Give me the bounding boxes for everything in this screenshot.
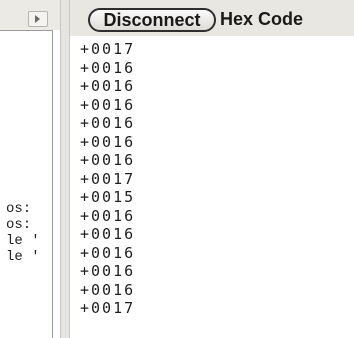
reading-row: +0017 — [80, 169, 136, 188]
reading-row: +0017 — [80, 299, 136, 317]
right-pane: Disconnect Hex Code +0017 +0016 +0016 +0… — [70, 0, 354, 338]
serial-output-list: +0017 +0016 +0016 +0016 +0016 +0016 +001… — [80, 40, 135, 318]
text-fragment: os: — [6, 201, 32, 217]
reading-row: +0016 — [80, 262, 136, 280]
chevron-right-icon — [35, 15, 40, 23]
reading-row: +0016 — [80, 95, 136, 114]
disconnect-button[interactable]: Disconnect — [88, 8, 216, 32]
reading-row: +0016 — [80, 114, 136, 132]
left-text-area[interactable]: os: os: le ' le ' — [0, 30, 53, 338]
hex-code-label: Hex Code — [220, 9, 304, 29]
text-fragment: os: — [6, 217, 32, 233]
reading-row: +0016 — [80, 132, 136, 151]
reading-row: +0016 — [80, 243, 136, 262]
text-fragment: le ' — [6, 233, 40, 249]
left-pane: os: os: le ' le ' — [0, 0, 60, 338]
text-fragment: le ' — [6, 249, 40, 265]
left-text-fragments: os: os: le ' le ' — [6, 201, 40, 265]
reading-row: +0016 — [80, 77, 136, 95]
pane-splitter[interactable] — [60, 0, 70, 338]
reading-row: +0016 — [80, 280, 136, 299]
reading-row: +0016 — [80, 206, 136, 225]
reading-row: +0015 — [80, 188, 136, 206]
serial-toolbar: Disconnect Hex Code — [70, 0, 354, 36]
reading-row: +0016 — [80, 58, 136, 77]
left-toolbar — [0, 0, 60, 30]
reading-row: +0016 — [80, 151, 136, 169]
reading-row: +0017 — [80, 40, 136, 58]
reading-row: +0016 — [80, 225, 136, 243]
scroll-right-button[interactable] — [28, 11, 48, 27]
